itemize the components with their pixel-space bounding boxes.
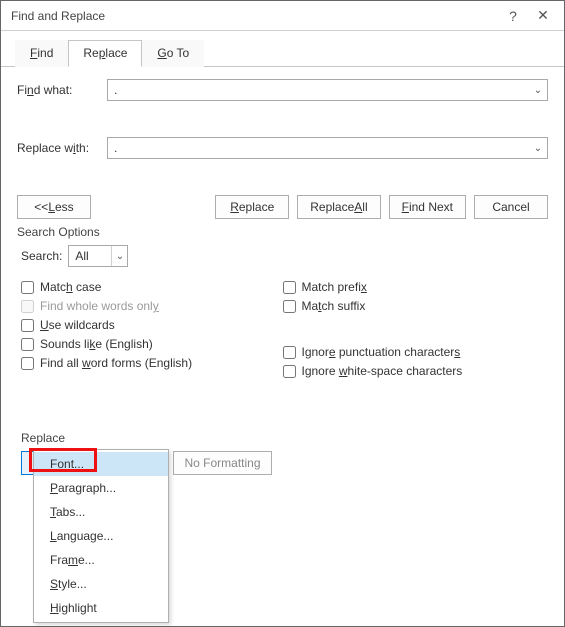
- word-forms-checkbox[interactable]: Find all word forms (English)Find all wo…: [21, 356, 283, 370]
- search-direction-value: All: [75, 249, 88, 263]
- replace-with-label: Replace with:Replace with:: [17, 141, 107, 155]
- replace-with-value: .: [114, 141, 117, 155]
- menu-tabs[interactable]: Tabs...Tabs...: [34, 500, 168, 524]
- replace-all-button[interactable]: Replace AllReplace All: [297, 195, 380, 219]
- dialog-title: Find and Replace: [11, 9, 498, 23]
- dialog-body: Find what:Find what: . ⌄ Replace with:Re…: [1, 67, 564, 475]
- sounds-like-checkbox[interactable]: Sounds like (English)Sounds like (Englis…: [21, 337, 283, 351]
- chevron-down-icon[interactable]: ⌄: [529, 138, 547, 158]
- find-what-row: Find what:Find what: . ⌄: [17, 79, 548, 101]
- ignore-ws-checkbox[interactable]: Ignore white-space charactersIgnore whit…: [283, 364, 545, 378]
- match-suffix-checkbox[interactable]: Match suffixMatch suffix: [283, 299, 545, 313]
- tab-replace[interactable]: ReplaceReplace: [68, 40, 142, 67]
- help-button[interactable]: ?: [498, 4, 528, 28]
- search-direction-label: Search:Search:: [21, 249, 62, 263]
- tabstrip: FinFindd ReplaceReplace Go ToGo To: [1, 31, 564, 67]
- ignore-punct-checkbox[interactable]: Ignore punctuation charactersIgnore punc…: [283, 345, 545, 359]
- menu-paragraph[interactable]: Paragraph...Paragraph...: [34, 476, 168, 500]
- find-what-input[interactable]: . ⌄: [107, 79, 548, 101]
- main-buttons: << Less<< Less ReplaceReplace Replace Al…: [17, 195, 548, 219]
- menu-font[interactable]: Font...Font...: [34, 452, 168, 476]
- chevron-down-icon[interactable]: ⌄: [111, 246, 127, 266]
- tab-find[interactable]: FinFindd: [15, 40, 68, 67]
- menu-frame[interactable]: Frame...Frame...: [34, 548, 168, 572]
- replace-button[interactable]: ReplaceReplace: [215, 195, 289, 219]
- no-formatting-button: No Formatting: [173, 451, 271, 475]
- menu-style[interactable]: Style...Style...: [34, 572, 168, 596]
- wildcards-checkbox[interactable]: Use wildcardsUse wildcards: [21, 318, 283, 332]
- menu-language[interactable]: Language...Language...: [34, 524, 168, 548]
- replace-with-row: Replace with:Replace with: . ⌄: [17, 137, 548, 159]
- find-replace-dialog: Find and Replace ? ✕ FinFindd ReplaceRep…: [0, 0, 565, 627]
- whole-words-checkbox: Find whole words onlyFind whole words on…: [21, 299, 283, 313]
- find-what-label: Find what:Find what:: [17, 83, 107, 97]
- find-next-button[interactable]: Find NextFind Next: [389, 195, 466, 219]
- less-button[interactable]: << Less<< Less: [17, 195, 91, 219]
- replace-with-input[interactable]: . ⌄: [107, 137, 548, 159]
- close-button[interactable]: ✕: [528, 4, 558, 28]
- menu-highlight[interactable]: HighlightHighlight: [34, 596, 168, 620]
- match-prefix-checkbox[interactable]: Match prefixMatch prefix: [283, 280, 545, 294]
- search-options: Search:Search: All ⌄ Match caseMatch cas…: [17, 245, 548, 383]
- cancel-button[interactable]: Cancel: [474, 195, 548, 219]
- tab-goto[interactable]: Go ToGo To: [142, 40, 204, 67]
- titlebar: Find and Replace ? ✕: [1, 1, 564, 31]
- format-menu: Font...Font... Paragraph...Paragraph... …: [33, 449, 169, 623]
- replace-section-label: Replace: [21, 431, 544, 445]
- match-case-checkbox[interactable]: Match caseMatch case: [21, 280, 283, 294]
- chevron-down-icon[interactable]: ⌄: [529, 80, 547, 100]
- find-what-value: .: [114, 83, 117, 97]
- search-options-header: Search Options: [17, 225, 548, 239]
- search-direction-select[interactable]: All ⌄: [68, 245, 128, 267]
